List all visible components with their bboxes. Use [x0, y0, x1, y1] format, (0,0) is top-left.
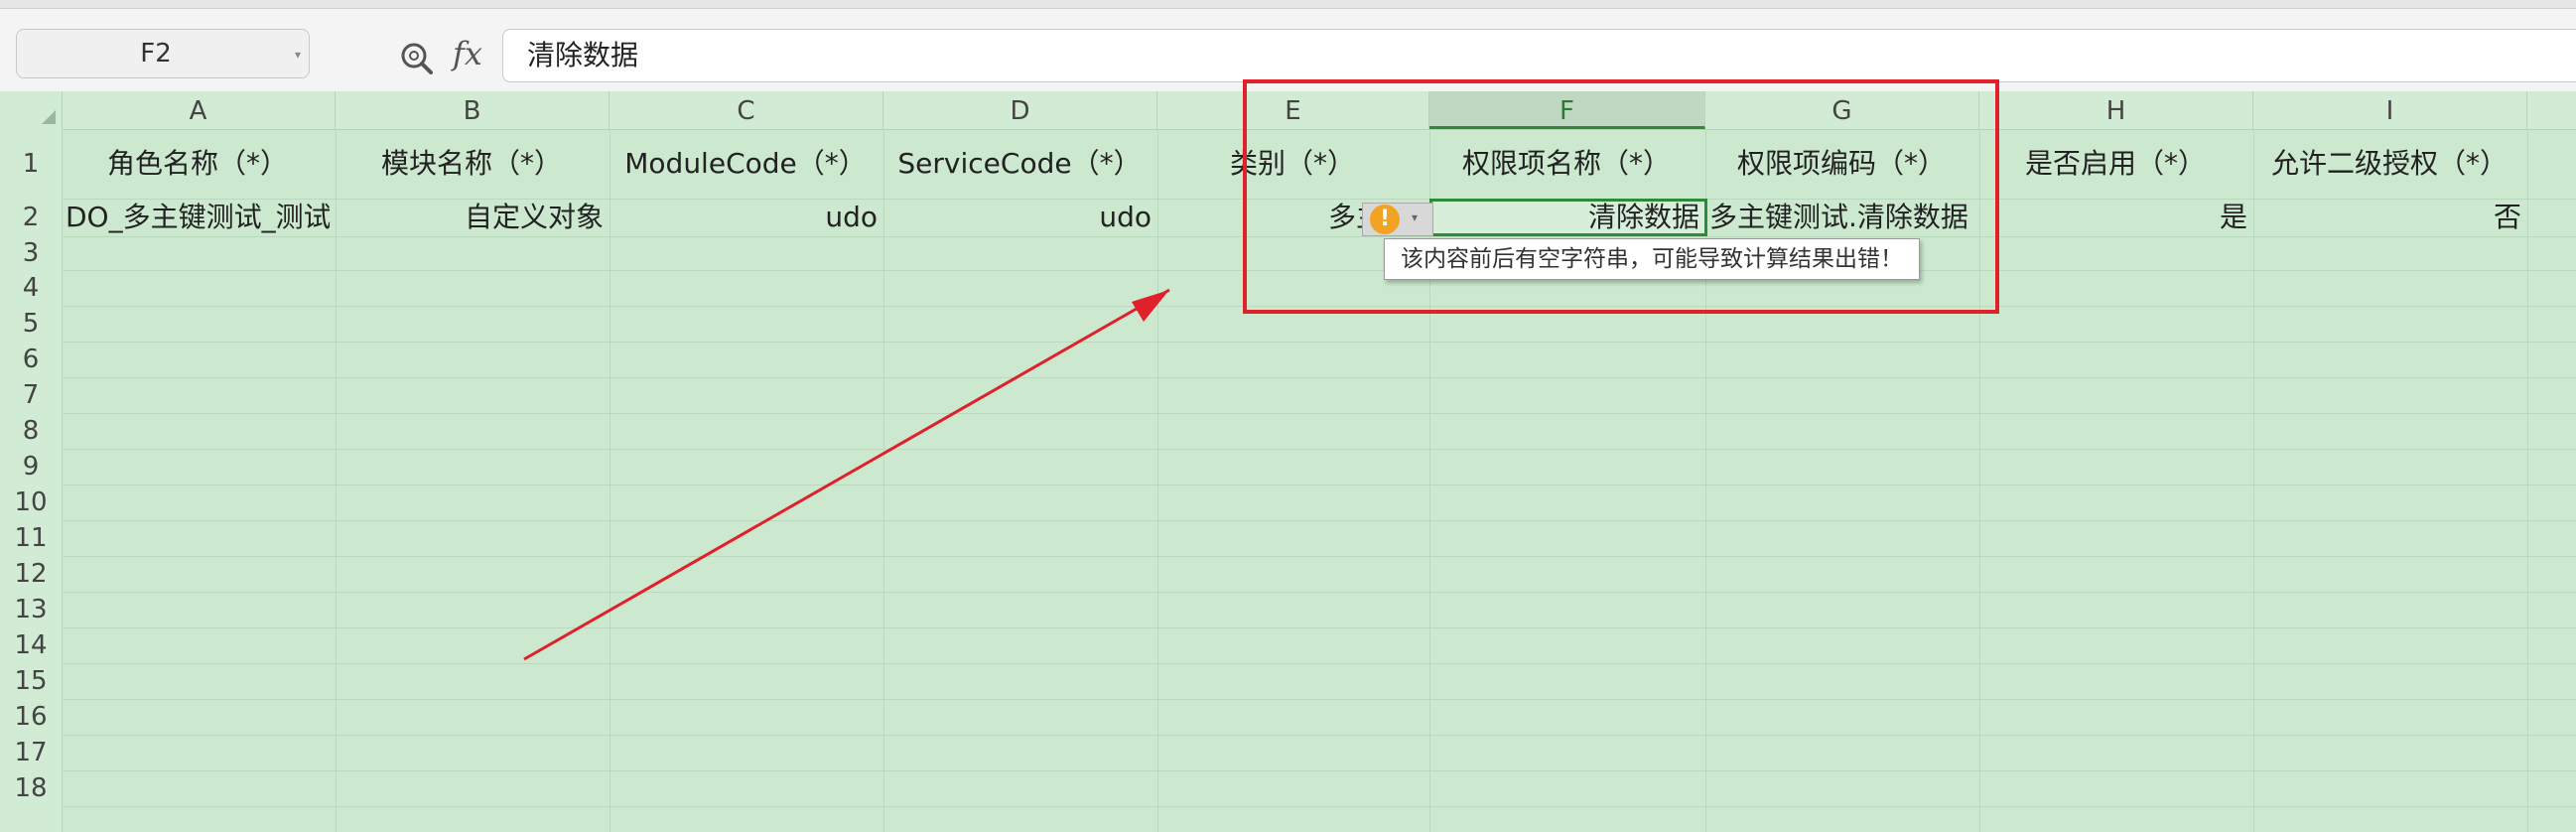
- chevron-down-icon[interactable]: ▾: [295, 48, 301, 62]
- name-box[interactable]: F2 ▾: [16, 29, 310, 78]
- window-top-strip: [0, 0, 2576, 9]
- formula-bar: F2 ▾ fx 清除数据: [0, 9, 2576, 90]
- fx-icon[interactable]: fx: [453, 35, 482, 72]
- zoom-search-icon[interactable]: [397, 39, 437, 78]
- name-box-value: F2: [140, 39, 172, 69]
- formula-input-value: 清除数据: [527, 39, 639, 71]
- annotation-arrow: [523, 288, 1170, 661]
- spreadsheet-grid[interactable]: ABCDEFGHI 1 2 3 4 5 6 7 8 9 10 11 12 13 14 15 16 17 18 角色…: [0, 79, 2576, 832]
- formula-input[interactable]: 清除数据: [502, 29, 2576, 82]
